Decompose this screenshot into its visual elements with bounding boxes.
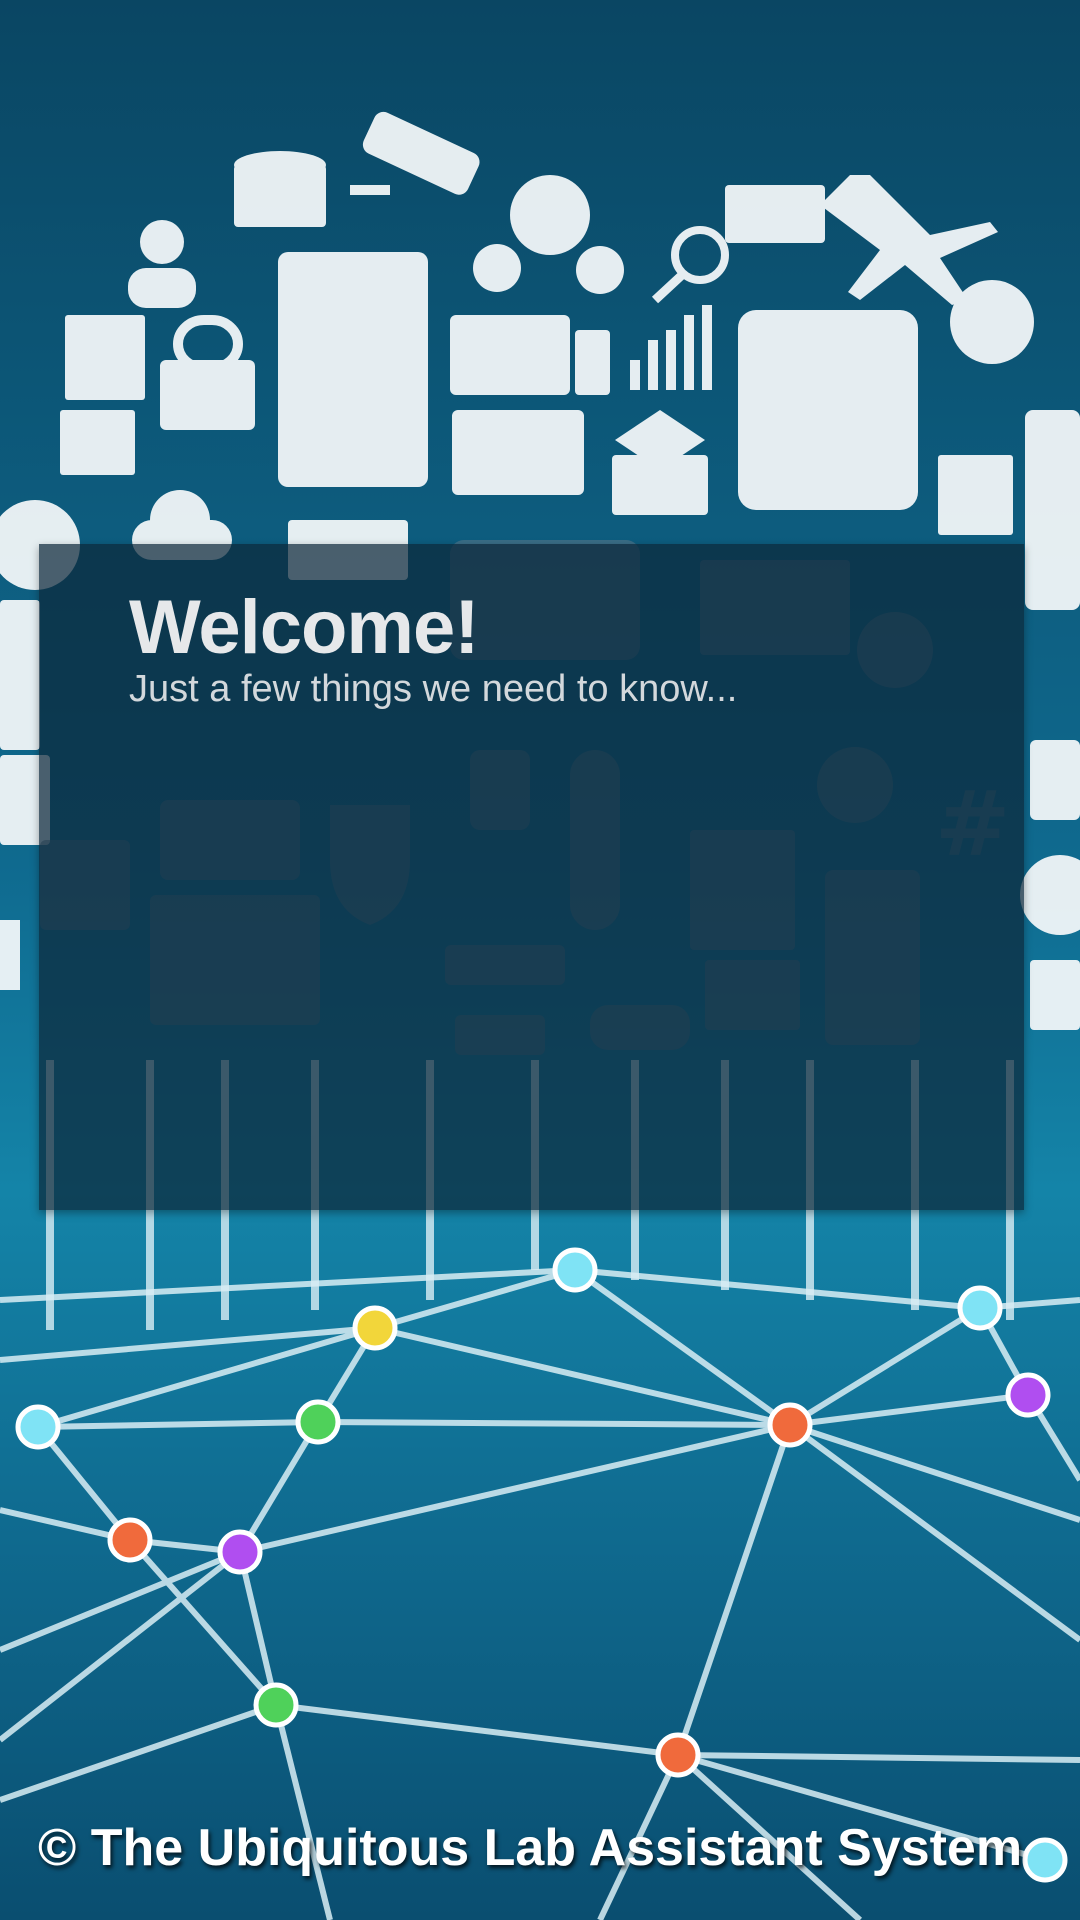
clock-icon [1020, 855, 1080, 935]
gears-icon [473, 175, 624, 294]
faucet-icon [1030, 740, 1080, 820]
node-cyan [1022, 1837, 1068, 1883]
user-icon [128, 220, 196, 308]
search-icon [651, 226, 729, 304]
node-cyan [552, 1247, 598, 1293]
node-purple [217, 1529, 263, 1575]
camera-icon [452, 410, 584, 495]
node-orange [107, 1517, 153, 1563]
mail-icon [725, 185, 825, 243]
node-orange [655, 1732, 701, 1778]
node-cyan [15, 1404, 61, 1450]
node-purple [1005, 1372, 1051, 1418]
welcome-title: Welcome! [129, 585, 480, 670]
devices-icon [450, 315, 610, 395]
welcome-screen: # Welcome! Just a few things we need to … [0, 0, 1080, 1920]
welcome-subtitle: Just a few things we need to know... [129, 668, 738, 710]
lock-icon [160, 315, 255, 430]
database-icon [234, 151, 326, 227]
bar-chart-icon [630, 305, 712, 390]
node-green [295, 1399, 341, 1445]
chart-icon [1030, 960, 1080, 1030]
node-cyan [957, 1285, 1003, 1331]
node-yellow [352, 1305, 398, 1351]
document-icon [938, 455, 1013, 535]
fridge-icon [278, 252, 428, 487]
wheel-icon [950, 280, 1034, 364]
copyright-footer: © The Ubiquitous Lab Assistant System [38, 1819, 1023, 1877]
node-orange [767, 1402, 813, 1448]
document-icon [60, 410, 135, 475]
keypad-icon [0, 920, 20, 990]
node-green [253, 1682, 299, 1728]
tablet-icon [0, 600, 40, 750]
mixer-icon [738, 310, 918, 510]
layers-icon [612, 410, 708, 515]
welcome-card: Welcome! Just a few things we need to kn… [39, 544, 1024, 1210]
panel-icon [1025, 410, 1080, 610]
security-camera-icon [350, 111, 480, 195]
document-icon [65, 315, 145, 400]
